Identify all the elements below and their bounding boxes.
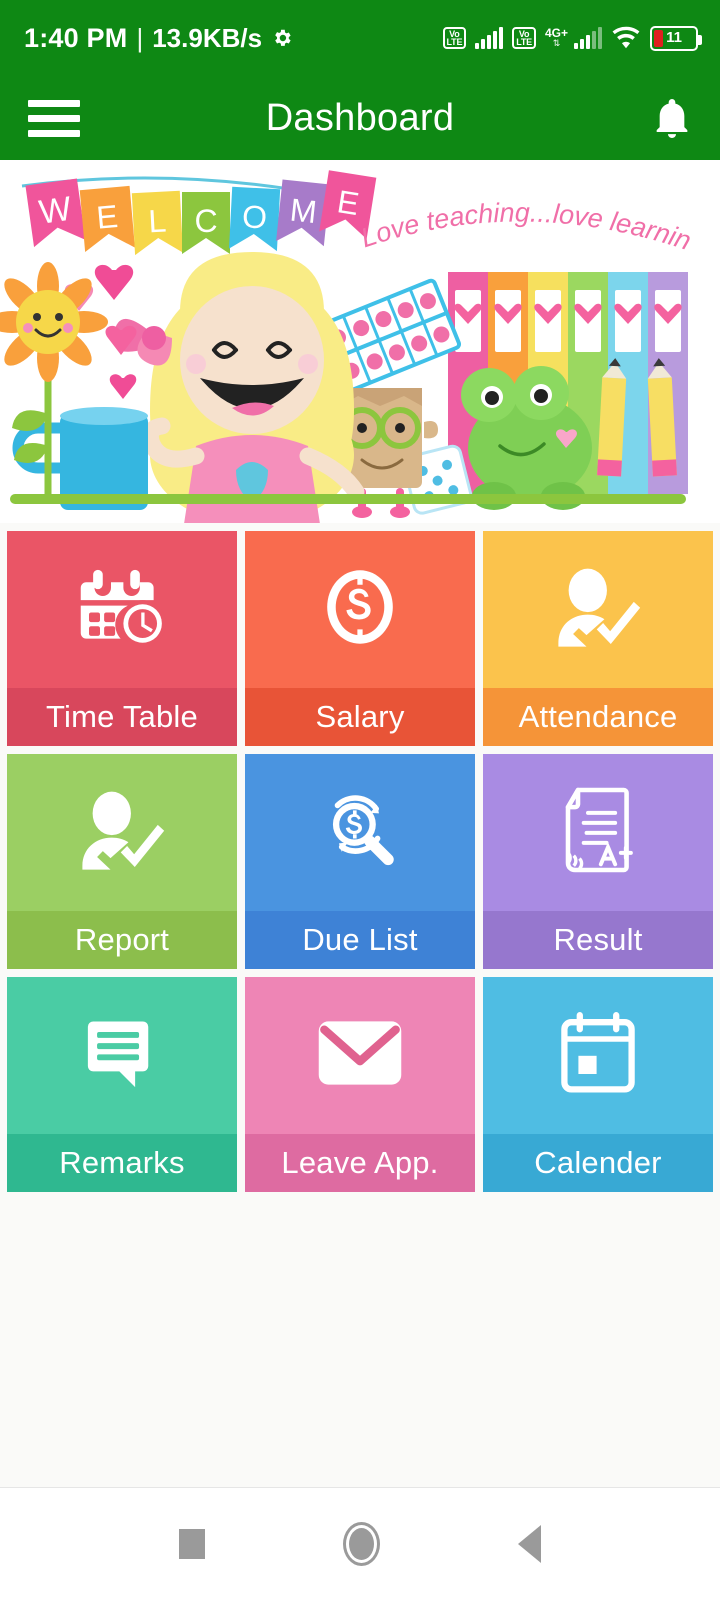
data-arrows-icon: ⇅	[552, 38, 561, 48]
page-title: Dashboard	[265, 96, 455, 139]
svg-text:M: M	[288, 192, 318, 231]
app-bar: Dashboard	[0, 76, 720, 160]
tile-label: Remarks	[7, 1134, 237, 1192]
dashboard-tile-grid: Time Table Salary Attendance Report Due …	[7, 523, 713, 1192]
gear-icon	[271, 27, 293, 49]
tile-label: Time Table	[7, 688, 237, 746]
battery-percent-label: 11	[666, 29, 682, 46]
hamburger-menu-icon[interactable]	[28, 99, 80, 137]
tile-label: Report	[7, 911, 237, 969]
envelope-icon	[245, 977, 475, 1134]
dollar-search-icon	[245, 754, 475, 911]
calendar-clock-icon	[7, 531, 237, 688]
tile-remarks[interactable]: Remarks	[7, 977, 237, 1192]
tile-calender[interactable]: Calender	[483, 977, 713, 1192]
status-bar-clock: 1:40 PM	[24, 22, 128, 53]
network-type-indicator: 4G+ ⇅	[545, 27, 568, 48]
svg-text:E: E	[95, 198, 119, 236]
calendar-icon	[483, 977, 713, 1134]
chat-bubble-icon	[7, 977, 237, 1134]
tile-label: Due List	[245, 911, 475, 969]
tile-label: Result	[483, 911, 713, 969]
person-check-icon	[7, 754, 237, 911]
tile-due-list[interactable]: Due List	[245, 754, 475, 969]
back-button[interactable]	[518, 1525, 541, 1563]
wifi-icon	[611, 26, 641, 50]
document-grade-icon	[483, 754, 713, 911]
dollar-circle-icon	[245, 531, 475, 688]
signal-bars-sim1-icon	[475, 27, 504, 49]
bell-icon	[656, 99, 688, 138]
status-bar-network-speed: 13.9KB/s	[152, 22, 263, 53]
signal-bars-sim2-icon	[574, 27, 602, 49]
recents-button[interactable]	[179, 1529, 205, 1559]
tile-label: Calender	[483, 1134, 713, 1192]
svg-text:L: L	[147, 203, 167, 240]
circle-icon	[343, 1522, 380, 1566]
volte-sim2-icon: Vo LTE	[512, 27, 536, 49]
battery-icon: 11	[650, 25, 702, 51]
square-icon	[179, 1529, 205, 1559]
person-check-icon	[483, 531, 713, 688]
svg-text:O: O	[241, 198, 268, 235]
home-button[interactable]	[343, 1522, 380, 1566]
tile-salary[interactable]: Salary	[245, 531, 475, 746]
status-bar: 1:40 PM | 13.9KB/s Vo LTE Vo LTE 4G+ ⇅ 1…	[0, 0, 720, 76]
tile-label: Leave App.	[245, 1134, 475, 1192]
welcome-banner: W E L C O M E Love teaching...love learn…	[0, 160, 720, 523]
status-bar-right: Vo LTE Vo LTE 4G+ ⇅ 11	[442, 25, 702, 51]
status-bar-separator: |	[136, 22, 144, 53]
tile-result[interactable]: Result	[483, 754, 713, 969]
android-navigation-bar	[0, 1487, 720, 1600]
status-bar-left: 1:40 PM | 13.9KB/s	[24, 23, 293, 54]
notification-button[interactable]	[652, 96, 692, 140]
tile-report[interactable]: Report	[7, 754, 237, 969]
tile-time-table[interactable]: Time Table	[7, 531, 237, 746]
tile-leave-application[interactable]: Leave App.	[245, 977, 475, 1192]
volte-sim1-icon: Vo LTE	[442, 27, 467, 49]
classroom-welcome-illustration: W E L C O M E Love teaching...love learn…	[0, 160, 720, 523]
svg-text:C: C	[194, 203, 217, 239]
tile-label: Attendance	[483, 688, 713, 746]
tile-label: Salary	[245, 688, 475, 746]
triangle-left-icon	[518, 1525, 541, 1563]
tile-attendance[interactable]: Attendance	[483, 531, 713, 746]
svg-text:W: W	[37, 190, 74, 232]
